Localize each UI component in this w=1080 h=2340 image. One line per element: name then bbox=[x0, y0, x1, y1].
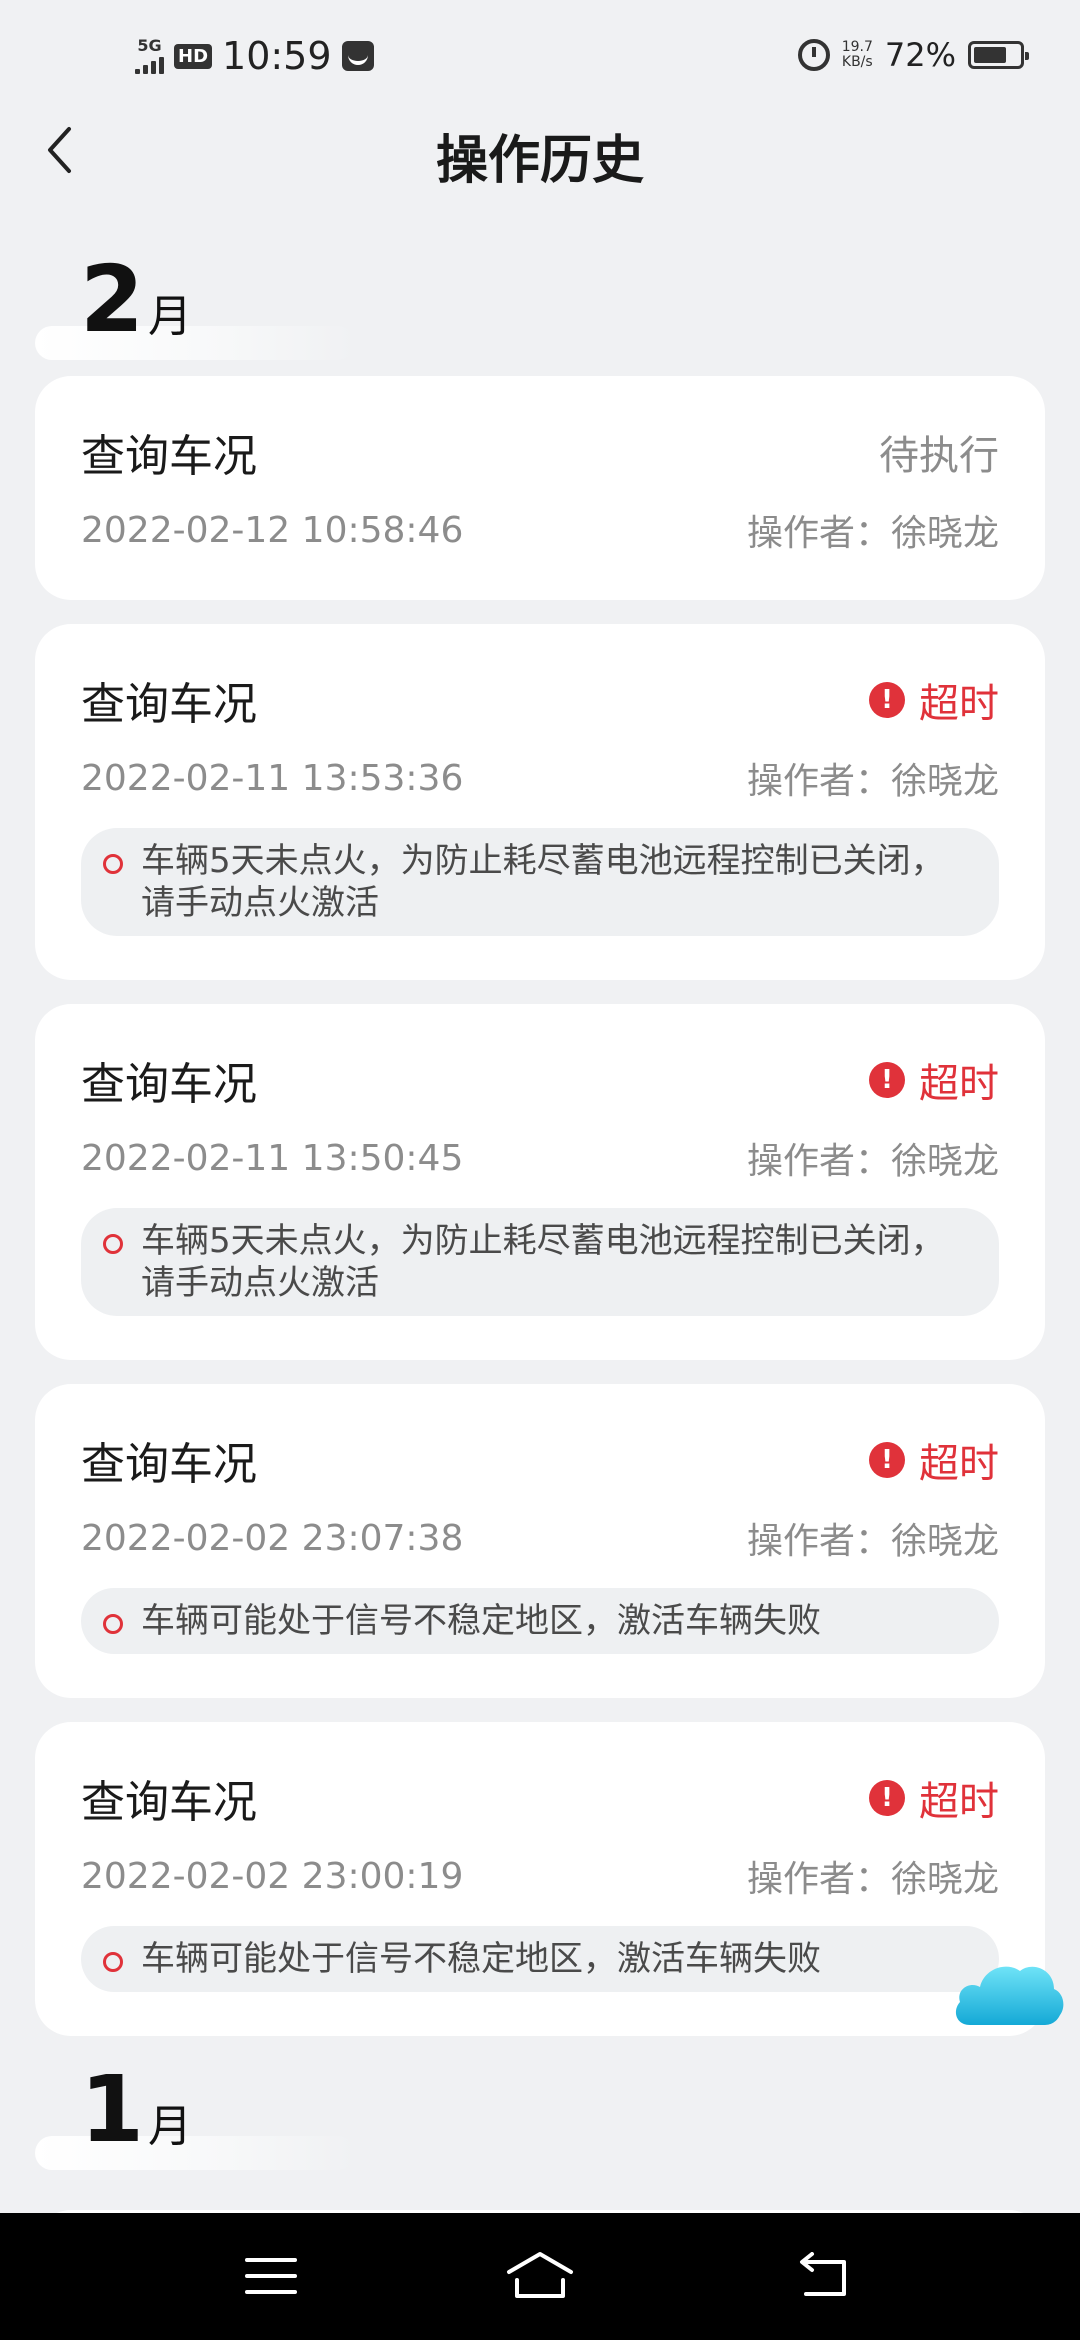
card-title: 查询车况 bbox=[81, 1439, 257, 1490]
nav-back-button[interactable] bbox=[784, 2243, 864, 2309]
status-label: ! 超时 bbox=[869, 1431, 999, 1489]
exclamation-circle-icon: ! bbox=[869, 1062, 905, 1098]
system-nav-bar bbox=[0, 2213, 1080, 2340]
network-speed: 19.7 KB/s bbox=[842, 40, 873, 70]
history-card[interactable]: 查询车况 ! 超时 2022-02-02 23:07:38 操作者：徐晓龙 车辆… bbox=[35, 1384, 1045, 1698]
signal-icon: 5G bbox=[135, 38, 164, 74]
cloud-icon bbox=[955, 1966, 1064, 2025]
history-card[interactable]: 查询车况 ! 超时 2022-02-11 13:53:36 操作者：徐晓龙 车辆… bbox=[35, 624, 1045, 980]
month-number: 1 bbox=[80, 2056, 145, 2163]
header: 操作历史 bbox=[0, 110, 1080, 191]
card-title: 查询车况 bbox=[81, 1059, 257, 1110]
error-message: 车辆可能处于信号不稳定地区，激活车辆失败 bbox=[81, 1588, 999, 1654]
error-message: 车辆5天未点火，为防止耗尽蓄电池远程控制已关闭，请手动点火激活 bbox=[81, 828, 999, 936]
card-timestamp: 2022-02-11 13:53:36 bbox=[81, 757, 464, 799]
circle-icon bbox=[103, 1234, 123, 1254]
month-header: 1 月 bbox=[35, 2060, 1080, 2170]
nav-menu-button[interactable] bbox=[231, 2243, 311, 2309]
error-message-text: 车辆5天未点火，为防止耗尽蓄电池远程控制已关闭，请手动点火激活 bbox=[141, 1221, 945, 1303]
card-timestamp: 2022-02-02 23:00:19 bbox=[81, 1855, 464, 1897]
status-label: ! 超时 bbox=[869, 1051, 999, 1109]
card-operator: 操作者：徐晓龙 bbox=[746, 513, 999, 554]
error-message-text: 车辆5天未点火，为防止耗尽蓄电池远程控制已关闭，请手动点火激活 bbox=[141, 841, 945, 923]
circle-icon bbox=[103, 854, 123, 874]
circle-icon bbox=[103, 1614, 123, 1634]
card-operator: 操作者：徐晓龙 bbox=[746, 1141, 999, 1182]
history-card[interactable]: 查询车况 ! 超时 2022-02-02 23:00:19 操作者：徐晓龙 车辆… bbox=[35, 1722, 1045, 2036]
status-bar: 5G HD 10:59 19.7 KB/s 72% bbox=[0, 0, 1080, 120]
card-timestamp: 2022-02-02 23:07:38 bbox=[81, 1517, 464, 1559]
error-message: 车辆5天未点火，为防止耗尽蓄电池远程控制已关闭，请手动点火激活 bbox=[81, 1208, 999, 1316]
card-title: 查询车况 bbox=[81, 431, 257, 482]
status-right: 19.7 KB/s 72% bbox=[797, 36, 1029, 74]
card-timestamp: 2022-02-11 13:50:45 bbox=[81, 1137, 464, 1179]
alarm-icon bbox=[797, 39, 830, 71]
card-operator: 操作者：徐晓龙 bbox=[746, 1521, 999, 1562]
status-left: 5G HD 10:59 bbox=[135, 34, 374, 78]
month-unit: 月 bbox=[148, 2101, 193, 2152]
history-card[interactable]: 查询车况 待执行 2022-02-12 10:58:46 操作者：徐晓龙 bbox=[35, 376, 1045, 600]
month-header: 2 月 bbox=[35, 250, 1080, 360]
cloud-float-button[interactable] bbox=[950, 1955, 1065, 2030]
card-operator: 操作者：徐晓龙 bbox=[746, 1859, 999, 1900]
history-card[interactable]: 查询车况 ! 超时 2022-02-11 13:50:45 操作者：徐晓龙 车辆… bbox=[35, 1004, 1045, 1360]
month-number: 2 bbox=[80, 246, 145, 353]
card-operator: 操作者：徐晓龙 bbox=[746, 761, 999, 802]
card-timestamp: 2022-02-12 10:58:46 bbox=[81, 509, 464, 551]
status-label: 待执行 bbox=[879, 433, 999, 479]
card-title: 查询车况 bbox=[81, 1777, 257, 1828]
battery-icon bbox=[968, 41, 1029, 69]
nav-home-button[interactable] bbox=[500, 2243, 580, 2309]
error-message: 车辆可能处于信号不稳定地区，激活车辆失败 bbox=[81, 1926, 999, 1992]
battery-percent: 72% bbox=[884, 36, 956, 74]
exclamation-circle-icon: ! bbox=[869, 1442, 905, 1478]
hd-icon: HD bbox=[174, 43, 213, 69]
speed-value: 19.7 bbox=[841, 39, 873, 55]
home-icon bbox=[507, 2252, 573, 2298]
exclamation-circle-icon: ! bbox=[869, 1780, 905, 1816]
page-title: 操作历史 bbox=[435, 131, 644, 191]
card-title: 查询车况 bbox=[81, 679, 257, 730]
speed-unit: KB/s bbox=[841, 54, 873, 70]
network-type: 5G bbox=[137, 36, 162, 55]
app-screen: 5G HD 10:59 19.7 KB/s 72% 操作历史 2 月 查询车况 … bbox=[0, 0, 1080, 2340]
exclamation-circle-icon: ! bbox=[869, 682, 905, 718]
month-unit: 月 bbox=[148, 291, 193, 342]
clock: 10:59 bbox=[222, 34, 332, 78]
menu-icon bbox=[245, 2258, 297, 2294]
notification-app-icon bbox=[341, 41, 374, 71]
history-list[interactable]: 2 月 查询车况 待执行 2022-02-12 10:58:46 操作者：徐晓龙… bbox=[0, 250, 1080, 2314]
status-label: ! 超时 bbox=[869, 671, 999, 729]
back-icon bbox=[800, 2252, 846, 2296]
circle-icon bbox=[103, 1952, 123, 1972]
status-label: ! 超时 bbox=[869, 1769, 999, 1827]
error-message-text: 车辆可能处于信号不稳定地区，激活车辆失败 bbox=[141, 1601, 821, 1641]
error-message-text: 车辆可能处于信号不稳定地区，激活车辆失败 bbox=[141, 1939, 821, 1979]
